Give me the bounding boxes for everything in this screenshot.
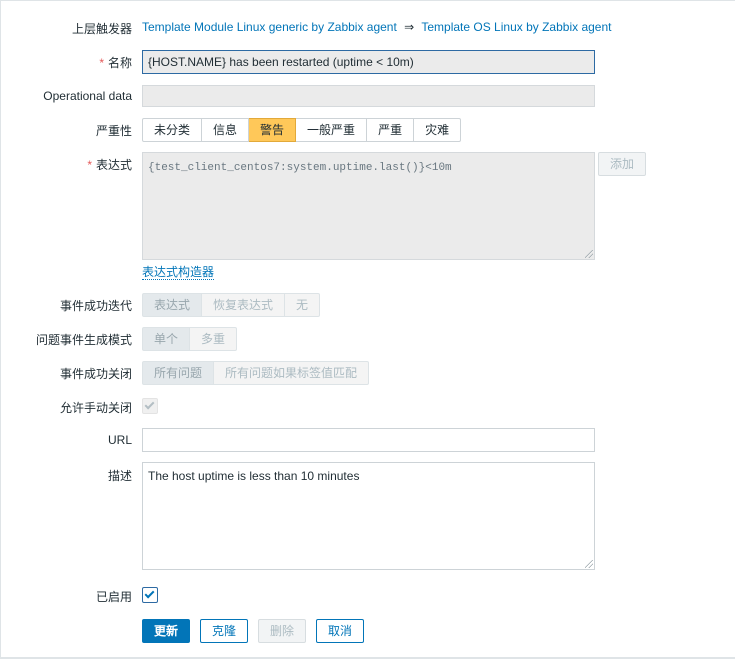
allow-manual-close-label: 允许手动关闭: [59, 401, 132, 415]
parent-triggers-label: 上层触发器: [71, 22, 132, 36]
expression-label-text: 表达式: [95, 158, 132, 172]
clone-button[interactable]: 克隆: [200, 619, 248, 643]
ok-event-none-option[interactable]: 无: [285, 293, 321, 317]
required-marker: *: [99, 56, 104, 70]
required-marker: *: [87, 158, 92, 172]
operational-data-input[interactable]: [142, 85, 595, 107]
description-value: The host uptime is less than 10 minutes: [148, 469, 360, 483]
resize-handle-icon[interactable]: [585, 250, 593, 258]
severity-disaster[interactable]: 灾难: [414, 118, 462, 142]
severity-warning[interactable]: 警告: [249, 118, 297, 142]
problem-event-mode-label: 问题事件生成模式: [35, 333, 132, 347]
severity-label: 严重性: [95, 124, 132, 138]
parent-template-link-1[interactable]: Template Module Linux generic by Zabbix …: [142, 20, 397, 34]
problem-event-mode-selector: 单个 多重: [142, 327, 238, 351]
add-expression-button[interactable]: 添加: [598, 152, 646, 176]
ok-event-generation-label: 事件成功迭代: [59, 299, 132, 313]
problem-mode-multiple-option[interactable]: 多重: [190, 327, 238, 351]
enabled-label: 已启用: [95, 590, 132, 604]
name-label: * 名称: [0, 54, 132, 71]
ok-event-closes-label: 事件成功关闭: [59, 367, 132, 381]
closes-all-problems-option[interactable]: 所有问题: [142, 361, 215, 385]
update-button[interactable]: 更新: [142, 619, 190, 643]
name-input[interactable]: {HOST.NAME} has been restarted (uptime <…: [142, 50, 595, 74]
problem-mode-single-option[interactable]: 单个: [142, 327, 191, 351]
expression-value: {test_client_centos7:system.uptime.last(…: [148, 162, 452, 174]
name-label-text: 名称: [107, 56, 132, 70]
closes-tag-match-option[interactable]: 所有问题如果标签值匹配: [214, 361, 370, 385]
severity-selector: 未分类 信息 警告 一般严重 严重 灾难: [142, 118, 462, 142]
expression-textarea[interactable]: {test_client_centos7:system.uptime.last(…: [142, 152, 595, 260]
ok-event-generation-selector: 表达式 恢复表达式 无: [142, 293, 321, 317]
url-input[interactable]: [142, 428, 595, 452]
allow-manual-close-checkbox[interactable]: [142, 398, 158, 414]
arrow-icon: ⇒: [404, 20, 415, 34]
delete-button[interactable]: 删除: [258, 619, 306, 643]
severity-information[interactable]: 信息: [202, 118, 250, 142]
description-label: 描述: [107, 469, 132, 483]
checkmark-icon: [144, 588, 155, 599]
ok-event-closes-selector: 所有问题 所有问题如果标签值匹配: [142, 361, 370, 385]
ok-event-expression-option[interactable]: 表达式: [142, 293, 203, 317]
parent-template-link-2[interactable]: Template OS Linux by Zabbix agent: [421, 20, 611, 34]
severity-not-classified[interactable]: 未分类: [142, 118, 203, 142]
url-label: URL: [107, 433, 132, 447]
severity-average[interactable]: 一般严重: [296, 118, 368, 142]
cancel-button[interactable]: 取消: [316, 619, 364, 643]
resize-handle-icon[interactable]: [585, 560, 593, 568]
ok-event-recovery-expression-option[interactable]: 恢复表达式: [202, 293, 286, 317]
expression-label: * 表达式: [0, 156, 132, 173]
parent-triggers-chain: Template Module Linux generic by Zabbix …: [142, 20, 611, 34]
severity-high[interactable]: 严重: [367, 118, 415, 142]
enabled-checkbox[interactable]: [142, 587, 158, 603]
description-textarea[interactable]: The host uptime is less than 10 minutes: [142, 462, 595, 570]
checkmark-icon: [144, 399, 155, 410]
expression-constructor-link[interactable]: 表达式构造器: [142, 265, 215, 280]
operational-data-label: Operational data: [43, 89, 132, 103]
